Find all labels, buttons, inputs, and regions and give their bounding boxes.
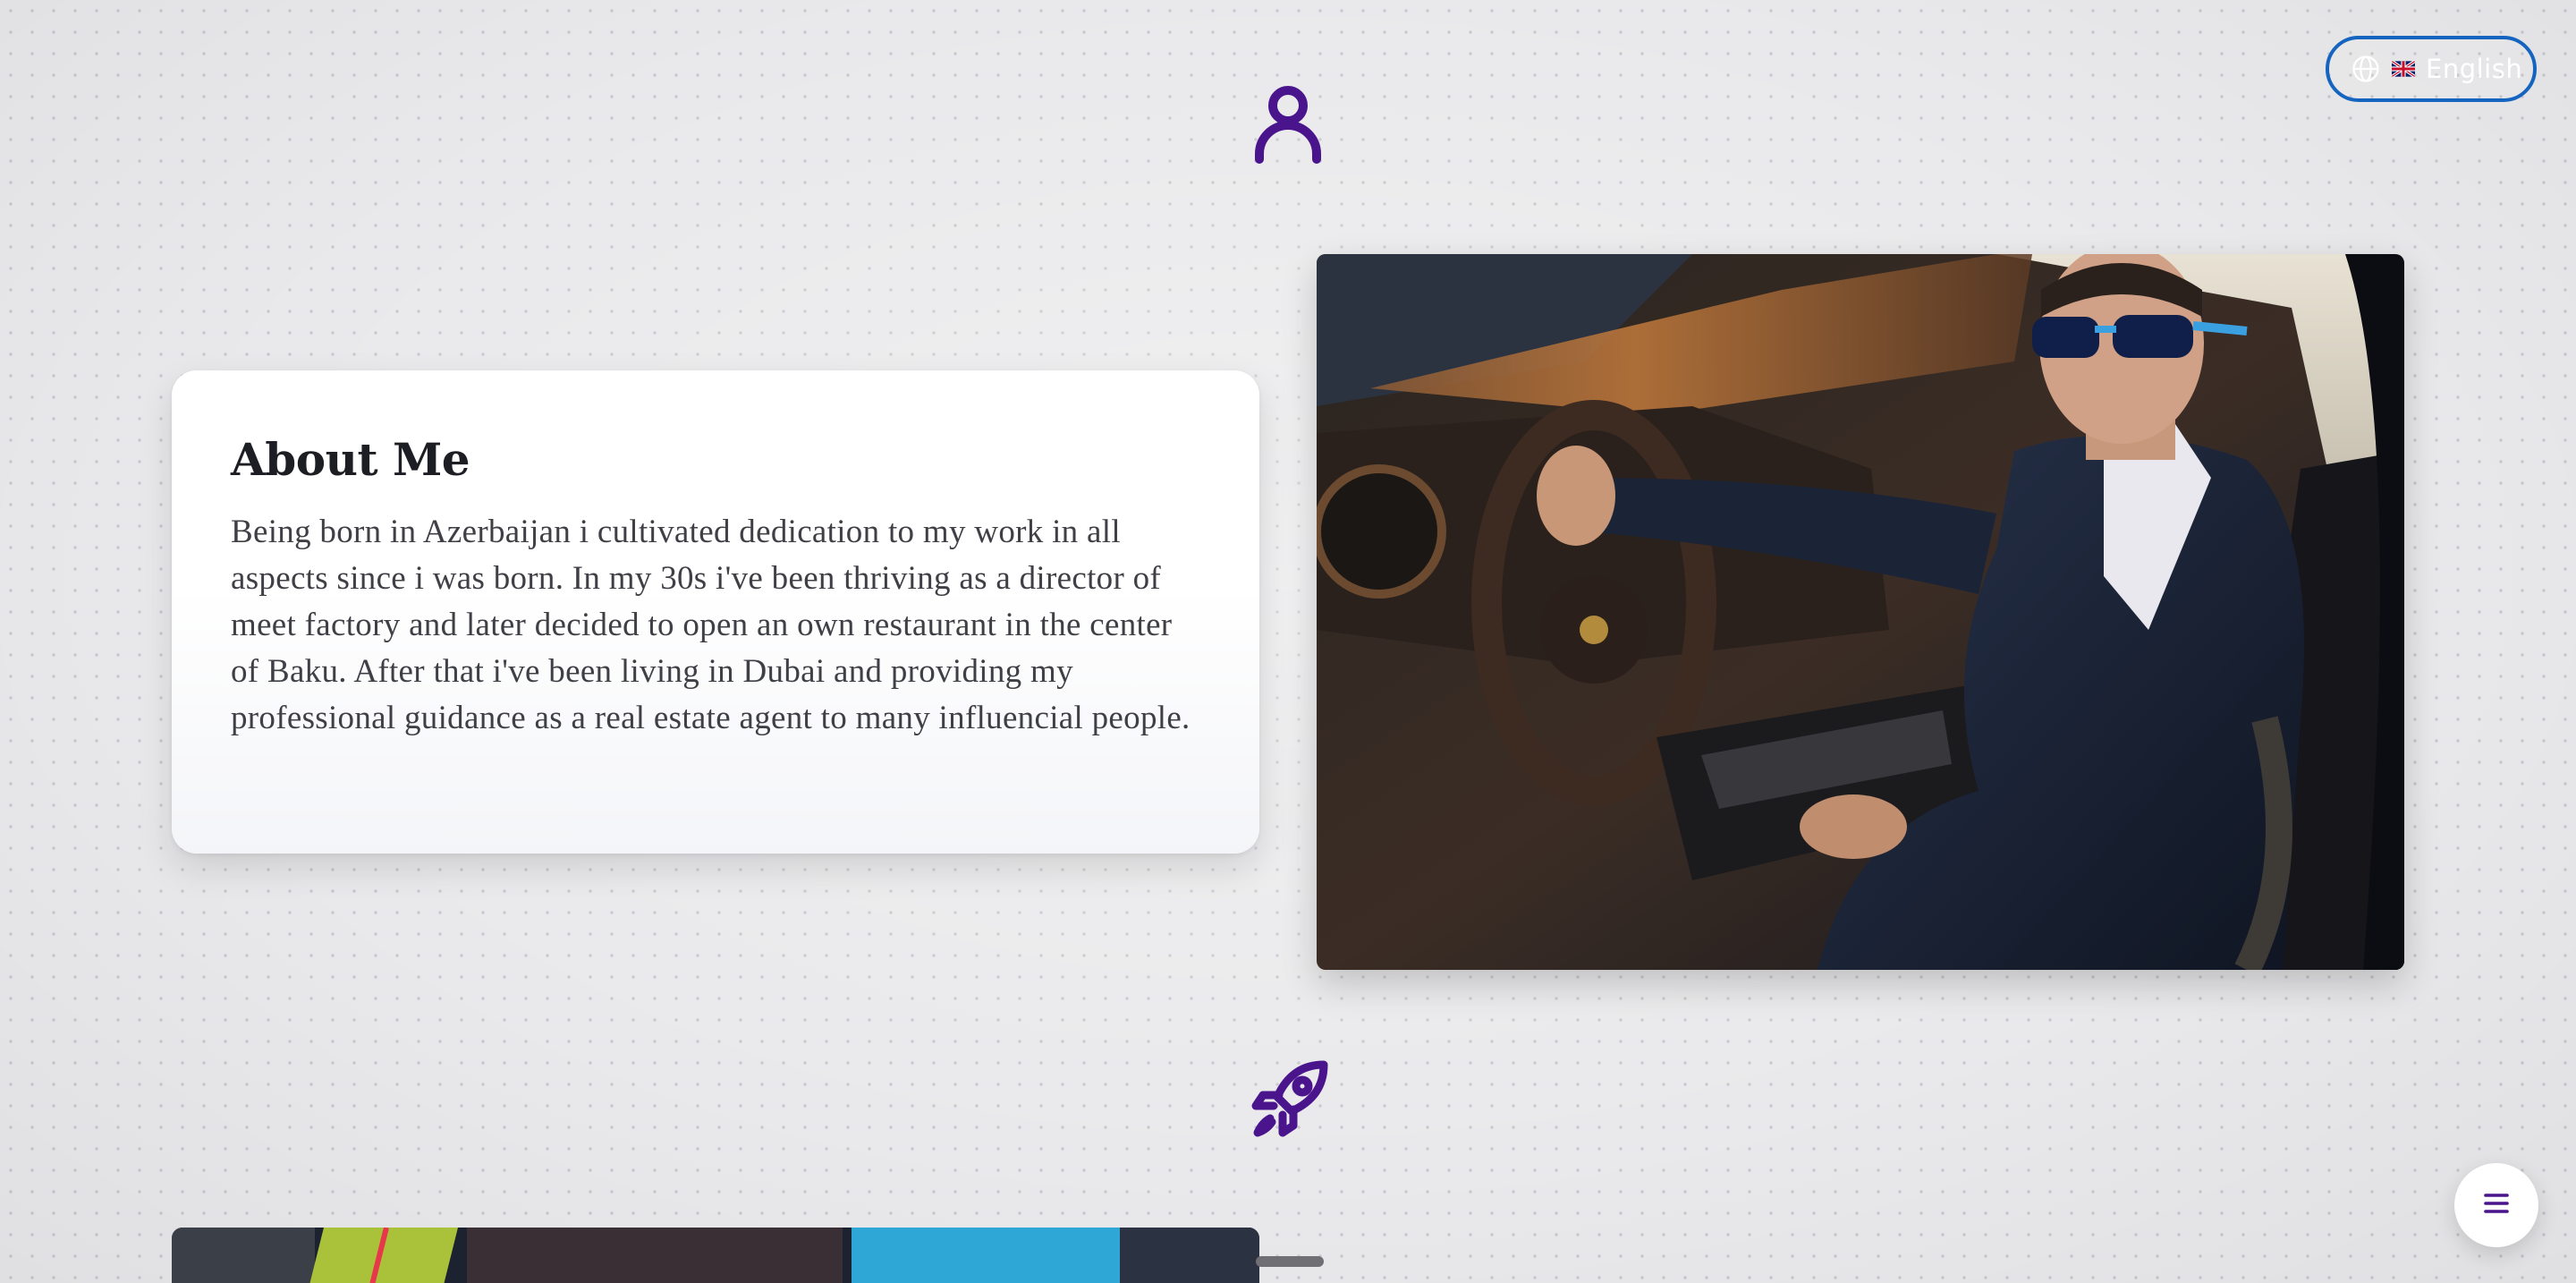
next-section-image — [172, 1228, 1259, 1283]
about-description: Being born in Azerbaijan i cultivated de… — [231, 514, 1191, 736]
menu-button[interactable] — [2454, 1163, 2538, 1247]
language-switcher-button[interactable]: English — [2326, 36, 2537, 102]
scroll-handle[interactable] — [1256, 1256, 1324, 1267]
uk-flag-icon — [2392, 61, 2415, 77]
profile-photo — [1317, 254, 2404, 970]
language-label: English — [2426, 54, 2523, 84]
rocket-icon — [1247, 1056, 1333, 1142]
menu-icon — [2483, 1192, 2510, 1219]
globe-icon — [2351, 54, 2381, 84]
user-icon — [1252, 84, 1324, 165]
about-card: About Me Being born in Azerbaijan i cult… — [172, 370, 1259, 854]
about-title: About Me — [231, 433, 470, 486]
